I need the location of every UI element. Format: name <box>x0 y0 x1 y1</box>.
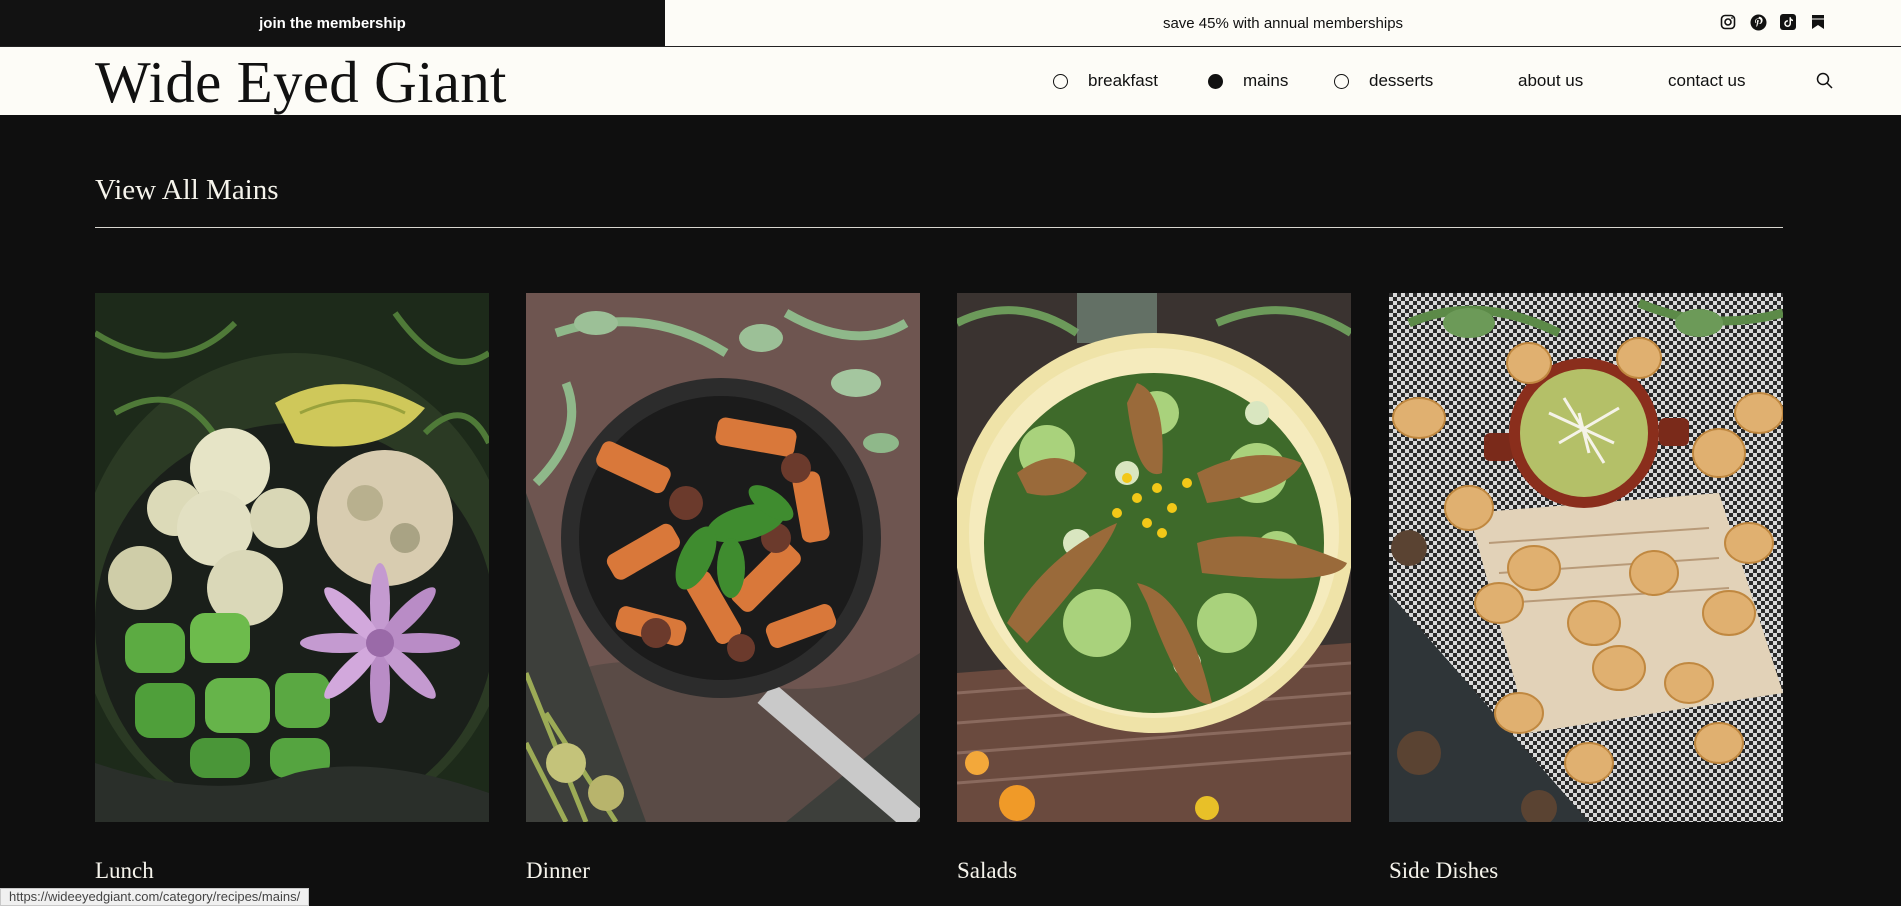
nav-item-label: about us <box>1518 71 1584 90</box>
category-card-dinner[interactable]: Dinner <box>526 293 920 883</box>
salads-photo[interactable] <box>957 293 1351 822</box>
divider <box>95 227 1783 228</box>
promo-text[interactable]: save 45% with annual memberships <box>1163 15 1403 32</box>
category-card-side-dishes[interactable]: Side Dishes <box>1389 293 1783 883</box>
nav-item-desserts[interactable]: desserts <box>1334 47 1433 115</box>
category-label[interactable]: Dinner <box>526 858 590 884</box>
nav-item-label: contact us <box>1668 71 1746 90</box>
site-logo[interactable]: Wide Eyed Giant <box>95 49 507 115</box>
join-membership-button[interactable]: join the membership <box>0 0 665 46</box>
nav-item-contact-us[interactable]: contact us <box>1668 47 1746 115</box>
nav-item-label: desserts <box>1369 71 1434 90</box>
category-label[interactable]: Side Dishes <box>1389 858 1498 884</box>
top-banner: join the membership save 45% with annual… <box>0 0 1901 47</box>
radio-unselected-icon <box>1053 73 1068 89</box>
nav-item-mains[interactable]: mains <box>1208 47 1288 115</box>
radio-selected-icon <box>1208 73 1223 89</box>
promo-banner: save 45% with annual memberships <box>665 0 1901 46</box>
nav-item-about-us[interactable]: about us <box>1518 47 1583 115</box>
main-nav: Wide Eyed Giant breakfast mains desserts… <box>0 47 1901 115</box>
dinner-photo[interactable] <box>526 293 920 822</box>
status-url: https://wideeyedgiant.com/category/recip… <box>0 888 310 906</box>
category-label[interactable]: Lunch <box>95 858 154 884</box>
nav-item-label: breakfast <box>1088 71 1158 90</box>
tiktok-icon[interactable] <box>1779 13 1797 31</box>
search-icon[interactable] <box>1815 71 1835 91</box>
category-card-lunch[interactable]: Lunch <box>95 293 489 883</box>
nav-item-breakfast[interactable]: breakfast <box>1053 47 1158 115</box>
radio-unselected-icon <box>1334 73 1349 89</box>
bookmark-icon[interactable] <box>1809 13 1827 31</box>
pinterest-icon[interactable] <box>1749 13 1767 31</box>
instagram-icon[interactable] <box>1719 13 1737 31</box>
side-dishes-photo[interactable] <box>1389 293 1783 822</box>
lunch-photo[interactable] <box>95 293 489 822</box>
nav-item-label: mains <box>1243 71 1289 90</box>
category-card-salads[interactable]: Salads <box>957 293 1351 883</box>
page-title[interactable]: View All Mains <box>95 174 279 207</box>
category-label[interactable]: Salads <box>957 858 1017 884</box>
social-links <box>1719 13 1827 31</box>
